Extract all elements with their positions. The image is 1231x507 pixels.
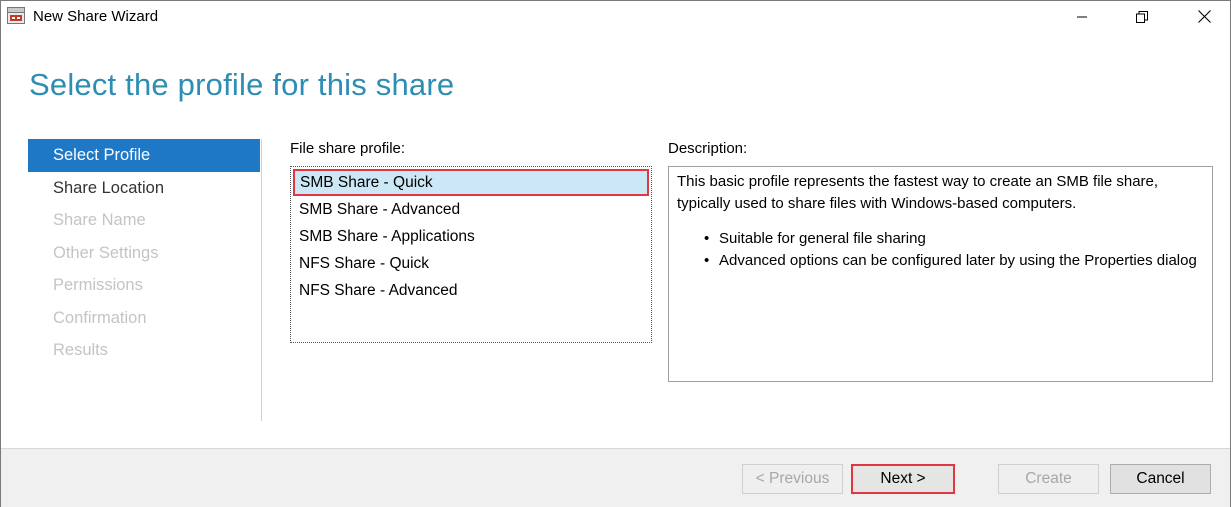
previous-button[interactable]: < Previous: [742, 464, 843, 494]
nav-item-share-location[interactable]: Share Location: [28, 172, 260, 205]
wizard-nav: Select Profile Share Location Share Name…: [28, 139, 260, 367]
minimize-icon: [1077, 16, 1087, 17]
description-box: This basic profile represents the fastes…: [668, 166, 1213, 382]
profile-list[interactable]: SMB Share - Quick SMB Share - Advanced S…: [290, 166, 652, 343]
profile-list-label: File share profile:: [290, 140, 406, 157]
nav-divider: [261, 139, 262, 421]
next-button[interactable]: Next >: [851, 464, 955, 494]
minimize-button[interactable]: [1059, 1, 1105, 32]
wizard-window: New Share Wizard Select the profile for …: [0, 0, 1231, 507]
wizard-footer: < Previous Next > Create Cancel: [1, 448, 1230, 507]
page-title: Select the profile for this share: [29, 67, 455, 102]
description-bullet: Suitable for general file sharing: [699, 228, 1204, 250]
nav-item-confirmation: Confirmation: [53, 308, 147, 327]
window-title: New Share Wizard: [33, 8, 159, 25]
cancel-button[interactable]: Cancel: [1110, 464, 1211, 494]
create-button[interactable]: Create: [998, 464, 1099, 494]
profile-item-nfs-quick[interactable]: NFS Share - Quick: [291, 250, 651, 277]
nav-item-select-profile[interactable]: Select Profile: [28, 139, 260, 172]
title-bar[interactable]: New Share Wizard: [1, 1, 1230, 32]
profile-item-nfs-advanced[interactable]: NFS Share - Advanced: [291, 277, 651, 304]
nav-item-share-name: Share Name: [53, 211, 146, 229]
restore-button[interactable]: [1119, 1, 1165, 32]
close-button[interactable]: [1181, 1, 1227, 32]
nav-item-other-settings: Other Settings: [53, 243, 159, 262]
share-wizard-icon: [7, 7, 25, 24]
close-icon: [1197, 10, 1211, 23]
nav-item-permissions: Permissions: [53, 276, 143, 294]
restore-icon: [1136, 10, 1148, 23]
profile-item-smb-advanced[interactable]: SMB Share - Advanced: [291, 196, 651, 223]
description-label: Description:: [668, 140, 748, 157]
description-bullets: Suitable for general file sharing Advanc…: [677, 228, 1204, 271]
profile-item-smb-quick[interactable]: SMB Share - Quick: [293, 169, 649, 196]
description-text: This basic profile represents the fastes…: [677, 173, 1159, 212]
nav-item-results: Results: [53, 341, 109, 359]
profile-item-smb-applications[interactable]: SMB Share - Applications: [291, 223, 651, 250]
description-bullet: Advanced options can be configured later…: [699, 250, 1204, 272]
